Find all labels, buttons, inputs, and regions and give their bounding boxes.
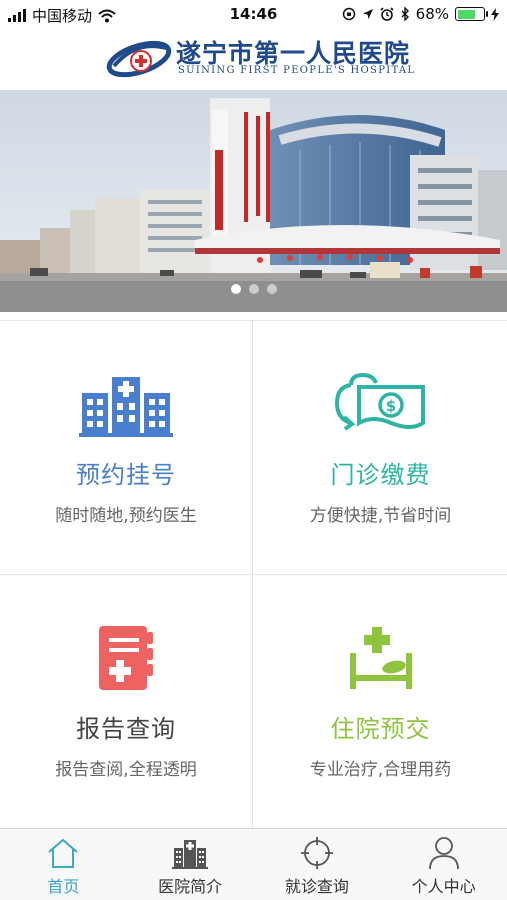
tab-personal-center[interactable]: 个人中心	[380, 829, 507, 900]
home-icon	[48, 838, 79, 868]
tab-bar: 首页 医院简介 就诊查询 个人中心	[0, 828, 507, 900]
status-bar: 中国移动 14:46 68%	[0, 0, 507, 30]
service-grid: 预约挂号 随时随地,预约医生 $ 门诊缴费 方便快捷,节省时间 报告查询 报告查…	[0, 320, 507, 829]
outpatient-payment-desc: 方便快捷,节省时间	[309, 506, 452, 526]
svg-text:$: $	[385, 397, 395, 415]
appointment-desc: 随时随地,预约医生	[55, 506, 197, 526]
carousel-dot[interactable]	[230, 284, 241, 294]
medical-report-icon	[99, 626, 153, 690]
rotation-lock-icon	[342, 7, 355, 21]
hospital-building-icon	[172, 840, 209, 869]
app-header: 遂宁市第一人民医院 SUINING FIRST PEOPLE'S HOSPITA…	[0, 30, 507, 90]
tab-visit-query-label: 就诊查询	[284, 877, 349, 896]
battery-percent: 68%	[415, 5, 449, 23]
hospital-building-icon	[79, 377, 173, 437]
report-query-desc: 报告查阅,全程透明	[55, 760, 197, 780]
carousel-dot[interactable]	[266, 284, 277, 294]
tab-hospital-intro-label: 医院简介	[158, 877, 223, 896]
hospital-bed-icon	[349, 627, 412, 689]
hospital-name-en: SUINING FIRST PEOPLE'S HOSPITAL	[178, 65, 416, 76]
tab-personal-center-label: 个人中心	[411, 877, 476, 896]
appointment-title: 预约挂号	[76, 461, 176, 489]
location-icon	[362, 9, 373, 19]
tab-visit-query[interactable]: 就诊查询	[254, 829, 381, 900]
inpatient-prepay-desc: 专业治疗,合理用药	[309, 760, 452, 780]
tab-home-label: 首页	[47, 877, 80, 896]
hospital-building-photo	[0, 90, 507, 312]
charging-icon	[491, 7, 499, 21]
alarm-icon	[380, 7, 394, 21]
inpatient-prepay-title: 住院预交	[330, 715, 431, 743]
crosshair-icon	[300, 837, 333, 869]
user-icon	[428, 837, 459, 870]
battery-icon	[455, 7, 488, 21]
banner-carousel[interactable]	[0, 90, 507, 312]
outpatient-payment-tile[interactable]: $ 门诊缴费 方便快捷,节省时间	[254, 321, 507, 575]
carousel-dot[interactable]	[248, 284, 259, 294]
money-payment-icon: $	[334, 372, 425, 431]
report-query-title: 报告查询	[76, 715, 176, 743]
appointment-tile[interactable]: 预约挂号 随时随地,预约医生	[0, 321, 253, 575]
tab-home[interactable]: 首页	[0, 829, 127, 900]
hospital-logo-icon	[106, 40, 172, 78]
bluetooth-icon	[401, 7, 409, 21]
outpatient-payment-title: 门诊缴费	[330, 461, 431, 489]
inpatient-prepay-tile[interactable]: 住院预交 专业治疗,合理用药	[254, 575, 507, 829]
tab-hospital-intro[interactable]: 医院简介	[127, 829, 254, 900]
carousel-indicator	[0, 284, 507, 294]
status-right: 68%	[342, 5, 499, 23]
report-query-tile[interactable]: 报告查询 报告查阅,全程透明	[0, 575, 253, 829]
